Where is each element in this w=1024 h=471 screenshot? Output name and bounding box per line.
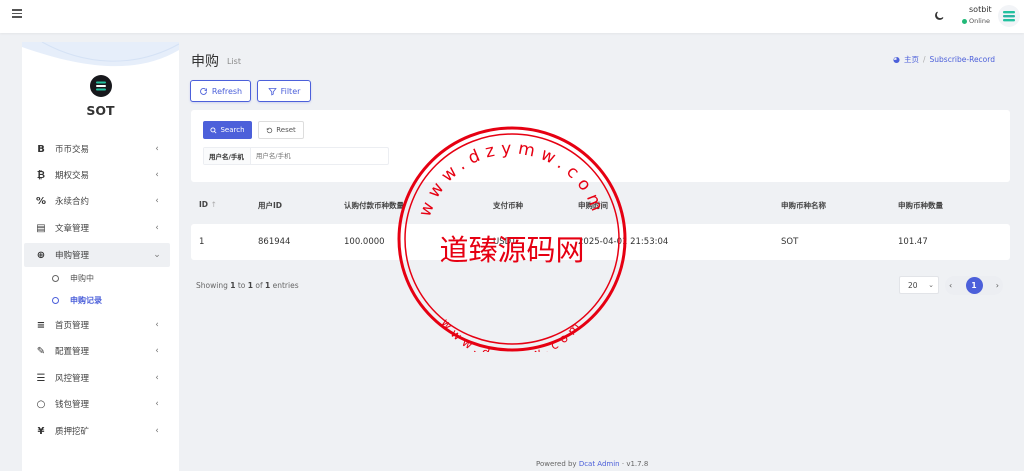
- username-filter-field: 用户名/手机: [203, 147, 389, 165]
- footer: Powered by Dcat Admin · v1.7.8: [536, 460, 649, 468]
- lifebuoy-icon: ⊕: [36, 249, 46, 261]
- breadcrumb: ◕ 主页 / Subscribe-Record: [893, 54, 995, 65]
- sidebar-item-subscription[interactable]: ⊕ 申购管理 ⌄: [24, 243, 170, 267]
- sidebar-item-homepage[interactable]: ≡ 首页管理 ‹: [24, 313, 170, 337]
- percent-icon: %: [35, 195, 47, 207]
- circle-icon: [52, 274, 59, 282]
- refresh-icon: [199, 87, 207, 95]
- search-button[interactable]: Search: [203, 121, 252, 139]
- page-title: 申购: [191, 54, 219, 70]
- bitcoin-icon: ₿: [36, 169, 46, 181]
- sidebar-item-options-trading[interactable]: ₿ 期权交易 ‹: [24, 163, 170, 187]
- wrench-icon: ✎: [36, 345, 46, 357]
- reset-button[interactable]: Reset: [258, 121, 304, 139]
- chevron-left-icon: ‹: [155, 170, 159, 180]
- table-row: 1 861944 100.0000 USDT 2025-04-01 21:53:…: [191, 224, 1010, 260]
- chevron-left-icon: ‹: [155, 373, 159, 383]
- column-header-coin-amount: 申购币种数量: [898, 201, 943, 210]
- sot-logo-icon: [1003, 11, 1015, 22]
- chevron-left-icon: ‹: [155, 196, 159, 206]
- table-header: ID ↑ 用户ID 认购付款币种数量 支付币种 申购时间 申购币种名称 申购币种…: [191, 194, 1010, 216]
- chevron-left-icon: ‹: [155, 223, 159, 233]
- column-header-pay-currency: 支付币种: [493, 201, 523, 210]
- sidebar-item-staking[interactable]: ¥ 质押挖矿 ‹: [24, 419, 170, 443]
- refresh-button[interactable]: Refresh: [190, 80, 251, 102]
- top-navbar: sotbit Online: [0, 0, 1024, 33]
- chevron-left-icon: ‹: [155, 144, 159, 154]
- dashboard-icon: ◕: [893, 55, 900, 64]
- cell-coin-amount: 101.47: [898, 237, 928, 247]
- sidebar-item-spot-trading[interactable]: B 币币交易 ‹: [24, 137, 170, 161]
- sidebar-item-articles[interactable]: ▤ 文章管理 ‹: [24, 216, 170, 240]
- undo-icon: [267, 127, 273, 133]
- brand-logo-icon: [90, 75, 112, 97]
- per-page-select[interactable]: 20 ⌄: [899, 276, 939, 294]
- filter-button[interactable]: Filter: [257, 80, 311, 102]
- filter-icon: [267, 87, 277, 96]
- sidebar-item-wallet[interactable]: ○ 钱包管理 ‹: [24, 392, 170, 416]
- username-filter-label: 用户名/手机: [204, 148, 251, 164]
- pagination: ‹ 1 ›: [945, 276, 1003, 295]
- column-header-pay-amount: 认购付款币种数量: [344, 201, 404, 210]
- menu-toggle-icon[interactable]: [12, 9, 22, 18]
- chevron-left-icon: ‹: [155, 320, 159, 330]
- cell-coin-name: SOT: [781, 237, 799, 247]
- circle-icon: [52, 296, 59, 304]
- chevron-down-icon: ⌄: [153, 250, 161, 260]
- column-header-coin-name: 申购币种名称: [781, 201, 826, 210]
- sidebar-item-risk[interactable]: ☰ 风控管理 ‹: [24, 366, 170, 390]
- sidebar-subitem-subscribing[interactable]: 申购中: [52, 270, 94, 286]
- chevron-down-icon: ⌄: [928, 281, 934, 289]
- cell-user-id: 861944: [258, 237, 291, 247]
- user-name[interactable]: sotbit: [969, 5, 992, 14]
- user-status: Online: [962, 17, 990, 25]
- chevron-left-icon: ‹: [155, 399, 159, 409]
- search-icon: [210, 126, 217, 133]
- next-page-button[interactable]: ›: [996, 281, 999, 290]
- page-button-current[interactable]: 1: [965, 277, 983, 294]
- sidebar: SOT B 币币交易 ‹ ₿ 期权交易 ‹ % 永续合约 ‹ ▤ 文章管理 ‹ …: [22, 42, 179, 471]
- list-icon: ☰: [36, 372, 46, 384]
- newspaper-icon: ▤: [36, 222, 46, 234]
- cell-id: 1: [199, 237, 205, 247]
- dark-mode-icon[interactable]: [933, 10, 945, 22]
- sidebar-item-perpetual[interactable]: % 永续合约 ‹: [24, 189, 170, 213]
- username-search-input[interactable]: [250, 152, 371, 160]
- sidebar-item-config[interactable]: ✎ 配置管理 ‹: [24, 339, 170, 363]
- column-header-user-id: 用户ID: [258, 201, 283, 210]
- cell-pay-amount: 100.0000: [344, 237, 385, 247]
- circle-outline-icon: ○: [36, 398, 46, 410]
- breadcrumb-home[interactable]: 主页: [904, 54, 919, 65]
- chevron-left-icon: ‹: [155, 346, 159, 356]
- watermark-bottom-text: www.dzymw.com: [438, 316, 585, 352]
- bitcoin-b-icon: B: [37, 143, 45, 155]
- filter-panel: Search Reset 用户名/手机: [191, 110, 1010, 182]
- sidebar-subitem-records[interactable]: 申购记录: [52, 292, 102, 308]
- breadcrumb-current: Subscribe-Record: [929, 55, 995, 64]
- column-header-id[interactable]: ID ↑: [199, 200, 217, 209]
- footer-link[interactable]: Dcat Admin: [579, 460, 620, 468]
- brand-name: SOT: [86, 103, 115, 118]
- chevron-left-icon: ‹: [155, 426, 159, 436]
- column-header-time: 申购时间: [578, 201, 608, 210]
- page-subtitle: List: [227, 57, 241, 66]
- yen-icon: ¥: [37, 425, 45, 437]
- online-dot-icon: [962, 18, 967, 24]
- avatar[interactable]: [998, 5, 1020, 27]
- cell-time: 2025-04-01 21:53:04: [578, 237, 669, 247]
- cell-pay-currency: USDT: [493, 237, 517, 247]
- bars-icon: ≡: [36, 319, 46, 331]
- sort-arrow-icon[interactable]: ↑: [211, 200, 217, 209]
- prev-page-button[interactable]: ‹: [949, 281, 952, 290]
- pagination-info: Showing 1 to 1 of 1 entries: [196, 281, 299, 290]
- breadcrumb-separator: /: [922, 55, 926, 64]
